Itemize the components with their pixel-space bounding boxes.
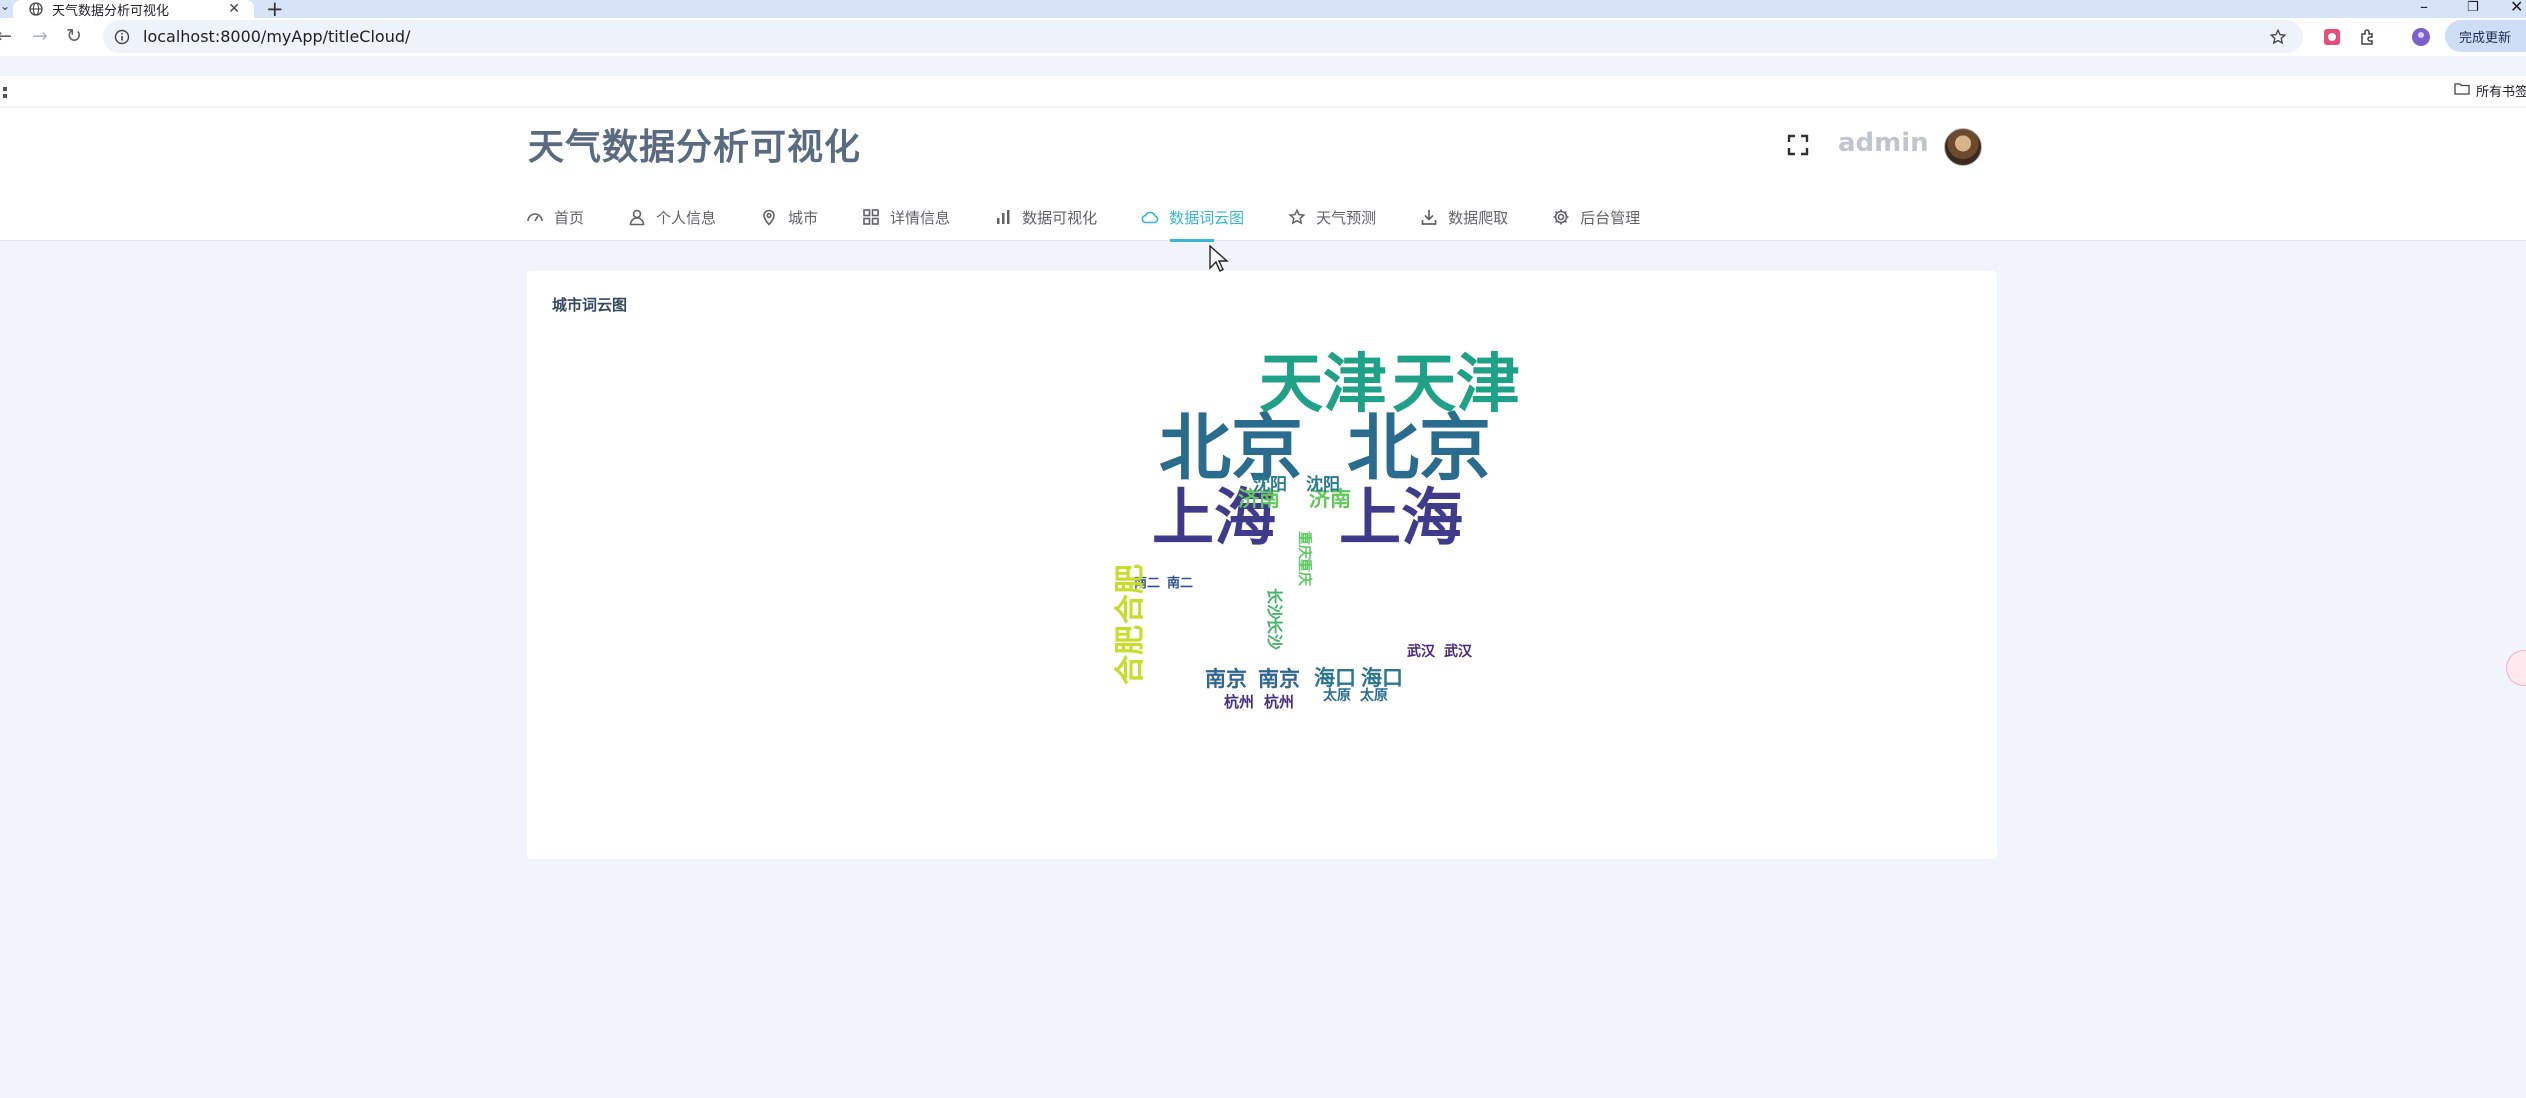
all-bookmarks[interactable]: 所有书签	[2454, 81, 2526, 100]
wordcloud-word: 南京	[1205, 667, 1247, 691]
cloud-icon	[1141, 208, 1159, 226]
minimize-icon[interactable]: –	[2420, 0, 2428, 16]
menu-item-label: 详情信息	[890, 208, 951, 227]
wordcloud-word: 杭州	[1264, 693, 1294, 711]
menu-item-forecast[interactable]: 天气预测	[1288, 198, 1376, 236]
wordcloud-word: 上海	[1339, 481, 1463, 554]
menu-item-details[interactable]: 详情信息	[862, 198, 950, 236]
browser-tab-strip: ⌄ 天气数据分析可视化 ✕ + – ❐ ✕	[0, 0, 2526, 21]
gear-icon	[1552, 208, 1570, 226]
wordcloud-word: 合肥	[1113, 625, 1148, 685]
app-header: 天气数据分析可视化 admin 首页 个人信息 城市 详情信息 数据可视化 数据…	[0, 108, 2526, 242]
fullscreen-icon[interactable]	[1787, 134, 1809, 156]
user-icon	[628, 208, 646, 226]
menu-item-city[interactable]: 城市	[760, 198, 818, 236]
browser-toolbar: ← → ↻ localhost:8000/myApp/titleCloud/ 完…	[0, 18, 2526, 56]
wordcloud-word: 海口	[1314, 666, 1356, 690]
wordcloud-word: 重庆	[1296, 558, 1313, 586]
browser-tab-title: 天气数据分析可视化	[52, 3, 170, 19]
wordcloud-word: 太原	[1323, 687, 1351, 704]
info-icon[interactable]	[114, 29, 132, 45]
menu-item-wordcloud[interactable]: 数据词云图	[1141, 198, 1245, 242]
forward-arrow-icon[interactable]: →	[32, 25, 48, 47]
wordcloud-word: 重庆	[1296, 531, 1313, 559]
menu-item-label: 数据词云图	[1169, 208, 1245, 227]
wordcloud-word: 天津	[1392, 348, 1520, 422]
reload-icon[interactable]: ↻	[66, 25, 82, 47]
avatar[interactable]	[1944, 128, 1982, 166]
main-menu: 首页 个人信息 城市 详情信息 数据可视化 数据词云图 天气预测 数据爬取 后台…	[526, 198, 1684, 242]
wordcloud-word: 沈阳	[1253, 474, 1287, 495]
star-icon	[1288, 208, 1306, 226]
location-pin-icon	[760, 208, 778, 226]
close-icon[interactable]: ✕	[228, 1, 240, 17]
wordcloud-word: 天津	[1259, 348, 1387, 422]
extension-icon[interactable]	[2321, 26, 2343, 48]
username[interactable]: admin	[1838, 128, 1929, 158]
wordcloud-word: 南二	[1167, 575, 1193, 591]
menu-item-label: 首页	[554, 208, 585, 227]
profile-icon[interactable]	[2410, 26, 2432, 48]
menu-item-label: 后台管理	[1580, 208, 1641, 227]
wordcloud-word: 长沙	[1265, 588, 1284, 620]
menu-item-label: 数据爬取	[1448, 208, 1509, 227]
wordcloud-word: 杭州	[1224, 693, 1254, 711]
wordcloud-word: 武汉	[1407, 643, 1436, 660]
wordcloud-word: 武汉	[1444, 643, 1473, 660]
wordcloud-word: 长沙	[1265, 618, 1284, 650]
grid-icon	[862, 208, 880, 226]
menu-item-crawler[interactable]: 数据爬取	[1420, 198, 1508, 236]
menu-item-home[interactable]: 首页	[526, 198, 584, 236]
globe-icon	[29, 2, 44, 16]
menu-item-label: 数据可视化	[1022, 208, 1098, 227]
bookmarks-bar: 所有书签	[0, 76, 2526, 106]
chevron-down-icon[interactable]: ⌄	[0, 0, 10, 13]
wordcloud-card: 城市词云图 北京 北京 上海 上海 天津 天津 济南 济南 沈阳 沈阳 南京 南京 海口 海口 武汉 武汉 杭州…	[527, 271, 1997, 859]
menu-item-label: 天气预测	[1316, 208, 1377, 227]
wordcloud-word: 南京	[1258, 667, 1300, 691]
wordcloud-word: 太原	[1360, 687, 1388, 704]
menu-item-admin[interactable]: 后台管理	[1552, 198, 1640, 236]
dashboard-icon	[526, 208, 544, 226]
download-icon	[1420, 208, 1438, 226]
restore-icon[interactable]: ❐	[2467, 0, 2479, 15]
wordcloud-canvas: 北京 北京上海 上海天津 天津济南 济南沈阳 沈阳南京 南京 海口 海口武汉 武汉杭州 杭州 太原 太原…	[1113, 348, 1520, 711]
back-arrow-icon[interactable]: ←	[0, 25, 12, 47]
menu-item-visualization[interactable]: 数据可视化	[994, 198, 1097, 236]
page-title: 天气数据分析可视化	[528, 127, 862, 168]
wordcloud-word: 海口	[1361, 666, 1403, 690]
star-icon[interactable]	[2269, 28, 2287, 46]
browser-tab[interactable]: 天气数据分析可视化 ✕	[13, 0, 254, 19]
floating-assistant-button[interactable]	[2506, 650, 2526, 686]
bar-chart-icon	[994, 208, 1012, 226]
close-window-icon[interactable]: ✕	[2510, 0, 2523, 16]
wordcloud-word: 合肥	[1113, 564, 1148, 624]
url-text: localhost:8000/myApp/titleCloud/	[143, 27, 411, 46]
menu-item-label: 城市	[788, 208, 819, 227]
menu-item-profile[interactable]: 个人信息	[628, 198, 716, 236]
address-bar[interactable]: localhost:8000/myApp/titleCloud/	[103, 20, 2303, 53]
menu-item-label: 个人信息	[656, 208, 717, 227]
wordcloud-word: 沈阳	[1306, 474, 1340, 495]
all-bookmarks-label: 所有书签	[2476, 85, 2526, 100]
update-button[interactable]: 完成更新	[2445, 20, 2526, 52]
apps-grid-icon[interactable]	[0, 84, 8, 103]
folder-icon	[2454, 82, 2470, 99]
puzzle-icon[interactable]	[2357, 26, 2379, 48]
mouse-cursor-icon	[1209, 244, 1229, 272]
